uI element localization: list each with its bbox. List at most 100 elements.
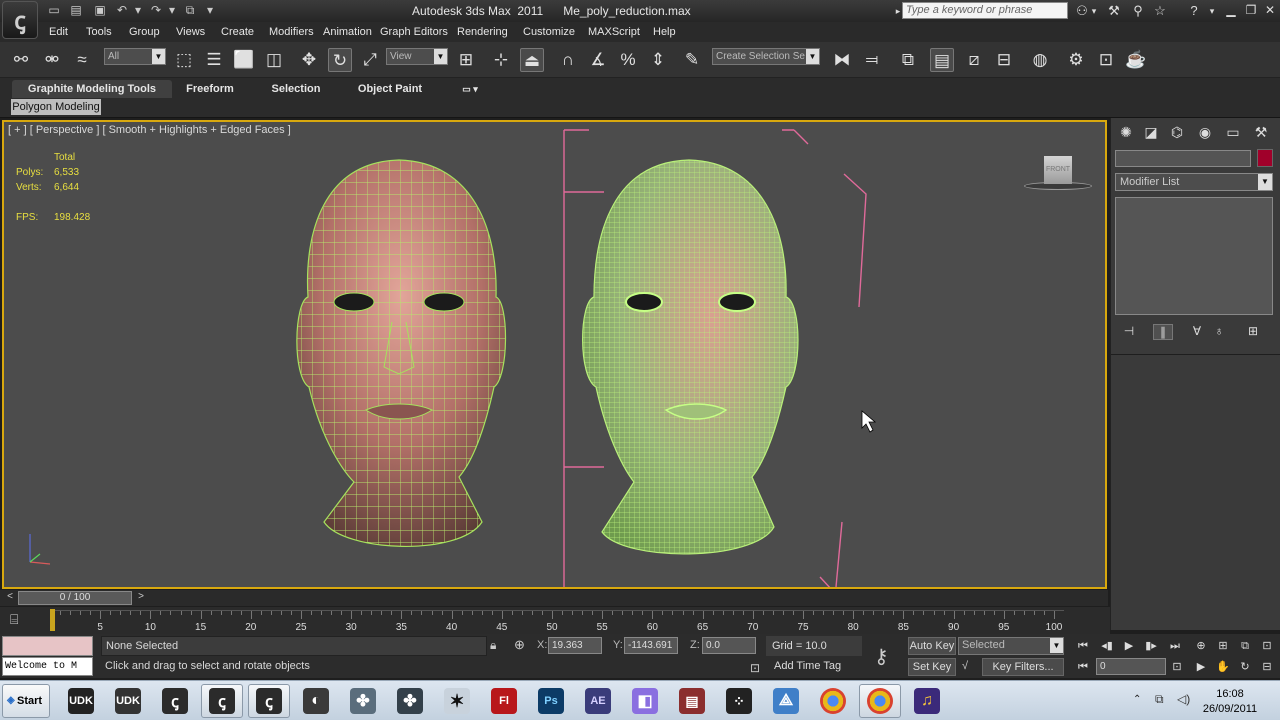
taskbar-quicktime[interactable]: ◧ (624, 684, 666, 718)
network-icon[interactable]: ⧉ (1155, 692, 1164, 707)
object-name-field[interactable] (1115, 150, 1251, 167)
redo-dropdown-icon[interactable]: ▾ (164, 3, 180, 18)
current-frame-marker[interactable] (50, 609, 55, 631)
z-coordinate-field[interactable]: 0.0 (702, 637, 756, 654)
start-button[interactable]: ◈ Start (2, 684, 50, 718)
communication-center-icon[interactable]: ⚒ (1106, 3, 1122, 19)
select-and-link-icon[interactable]: ⚯ (9, 48, 33, 72)
help-icon[interactable]: ? (1186, 3, 1202, 19)
y-coordinate-field[interactable]: -1143.691 (624, 637, 678, 654)
modify-tab-icon[interactable]: ◪ (1140, 122, 1162, 142)
rendered-frame-window-icon[interactable]: ⊡ (1094, 48, 1118, 72)
modifier-stack[interactable] (1115, 197, 1273, 315)
render-setup-icon[interactable]: ⚙ (1064, 48, 1088, 72)
show-end-result-icon[interactable]: ∥ (1153, 324, 1173, 340)
hierarchy-tab-icon[interactable]: ⌬ (1166, 122, 1188, 142)
goto-start-icon[interactable]: ⏮ (1072, 637, 1094, 655)
orbit-icon[interactable]: ↻ (1234, 658, 1256, 676)
taskbar-3dsmax-1[interactable]: ꞔ (154, 684, 196, 718)
modifier-list-dropdown[interactable]: Modifier List ▼ (1115, 173, 1273, 191)
hold-icon[interactable]: ⧉ (182, 3, 198, 18)
utilities-tab-icon[interactable]: ⚒ (1250, 122, 1272, 142)
customize-qa-icon[interactable]: ▾ (202, 3, 218, 18)
set-key-icon[interactable]: ⚷ (874, 644, 889, 669)
maximize-viewport-icon[interactable]: ⊟ (1256, 658, 1278, 676)
head-high-poly-model[interactable] (574, 152, 814, 572)
select-and-move-icon[interactable]: ✥ (297, 48, 321, 72)
spinner-snap-icon[interactable]: ⇕ (646, 48, 670, 72)
tab-graphite-modeling-tools[interactable]: Graphite Modeling Tools (12, 80, 172, 98)
taskbar-3dsmax-2[interactable]: ꞔ (201, 684, 243, 718)
polygon-modeling-panel-tab[interactable]: Polygon Modeling (11, 99, 101, 115)
undo-icon[interactable]: ↶ (114, 3, 130, 18)
taskbar-after-effects[interactable]: AE (577, 684, 619, 718)
taskbar-chrome-2[interactable] (859, 684, 901, 718)
align-icon[interactable]: ⫤ (860, 48, 884, 72)
viewcube[interactable]: FRONT (1024, 156, 1094, 196)
field-of-view-icon[interactable]: ▶ (1190, 658, 1212, 676)
tab-object-paint[interactable]: Object Paint (352, 80, 428, 98)
time-slider-prev[interactable]: < (3, 591, 17, 604)
x-coordinate-field[interactable]: 19.363 (548, 637, 602, 654)
taskbar-desktop[interactable]: ⟁ (765, 684, 807, 718)
subscription-icon[interactable]: ⚲ (1130, 3, 1146, 19)
selection-filter-dropdown[interactable]: All ▼ (104, 48, 166, 65)
menu-rendering[interactable]: Rendering (457, 26, 508, 38)
ribbon-options-icon[interactable]: ▭ ▾ (456, 80, 484, 98)
auto-key-button[interactable]: Auto Key (908, 637, 956, 655)
add-time-tag[interactable]: Add Time Tag (766, 660, 841, 672)
search-input[interactable]: Type a keyword or phrase (902, 2, 1068, 19)
schematic-view-icon[interactable]: ⊟ (992, 48, 1016, 72)
unlink-selection-icon[interactable]: ⚮ (40, 48, 64, 72)
goto-end-icon[interactable]: ⏭ (1164, 637, 1186, 655)
zoom-all-icon[interactable]: ⊞ (1212, 637, 1234, 655)
zoom-extents-icon[interactable]: ⧉ (1234, 637, 1256, 655)
taskbar-maya-2[interactable]: ✤ (389, 684, 431, 718)
restore-icon[interactable]: ❐ (1242, 2, 1260, 19)
menu-tools[interactable]: Tools (86, 26, 112, 38)
track-bar[interactable]: ⌸ 5 10 15 20 25 30 35 40 45 50 55 60 65 70 75 80 85 90 95 1… (0, 607, 1110, 634)
taskbar-media[interactable]: ▤ (671, 684, 713, 718)
open-file-icon[interactable]: ▤ (68, 3, 84, 18)
redo-icon[interactable]: ↷ (148, 3, 164, 18)
clock-time[interactable]: 16:08 (1200, 688, 1260, 700)
time-configuration-icon[interactable]: ⊡ (1166, 658, 1188, 676)
close-icon[interactable]: ✕ (1261, 2, 1279, 19)
object-color-swatch[interactable] (1257, 149, 1273, 167)
configure-modifier-sets-icon[interactable]: ⊞ (1243, 324, 1263, 340)
menu-animation[interactable]: Animation (323, 26, 372, 38)
minimize-icon[interactable]: ▁ (1222, 2, 1240, 19)
undo-dropdown-icon[interactable]: ▾ (130, 3, 146, 18)
tab-selection[interactable]: Selection (264, 80, 328, 98)
default-tangents-icon[interactable]: √ (962, 660, 968, 672)
menu-modifiers[interactable]: Modifiers (269, 26, 314, 38)
curve-editor-icon[interactable]: ⧄ (962, 48, 986, 72)
select-object-icon[interactable]: ⬚ (172, 48, 196, 72)
menu-group[interactable]: Group (129, 26, 160, 38)
play-icon[interactable]: ▶ (1118, 637, 1140, 655)
taskbar-udk-1[interactable]: UDK (60, 684, 102, 718)
search-dropdown-icon[interactable]: ▾ (1086, 3, 1102, 19)
menu-help[interactable]: Help (653, 26, 676, 38)
taskbar-zbrush[interactable]: ✶ (436, 684, 478, 718)
taskbar-photoshop[interactable]: Ps (530, 684, 572, 718)
menu-edit[interactable]: Edit (49, 26, 68, 38)
pin-stack-icon[interactable]: ⊣ (1119, 324, 1139, 340)
named-selection-sets-dropdown[interactable]: Create Selection Se ▼ (712, 48, 820, 65)
select-and-manipulate-icon[interactable]: ⊹ (489, 48, 513, 72)
set-key-button[interactable]: Set Key (908, 658, 956, 676)
graphite-toggle-icon[interactable]: ▤ (930, 48, 954, 72)
select-and-scale-icon[interactable]: ⤢ (358, 48, 382, 72)
key-filters-button[interactable]: Key Filters... (982, 658, 1064, 676)
taskbar-chrome-1[interactable] (812, 684, 854, 718)
time-slider-handle[interactable]: 0 / 100 (18, 591, 132, 605)
snaps-toggle-icon[interactable]: ∩ (556, 48, 580, 72)
favorites-star-icon[interactable]: ☆ (1152, 3, 1168, 19)
key-mode-toggle-icon[interactable]: ⏮ (1072, 658, 1094, 676)
window-crossing-icon[interactable]: ◫ (262, 48, 286, 72)
reference-coordinate-dropdown[interactable]: View ▼ (386, 48, 448, 65)
show-hidden-icons-icon[interactable]: ⌃ (1133, 694, 1141, 705)
maxscript-listener[interactable]: Welcome to M (2, 636, 93, 676)
menu-views[interactable]: Views (176, 26, 205, 38)
volume-icon[interactable]: ◁) (1177, 692, 1190, 706)
